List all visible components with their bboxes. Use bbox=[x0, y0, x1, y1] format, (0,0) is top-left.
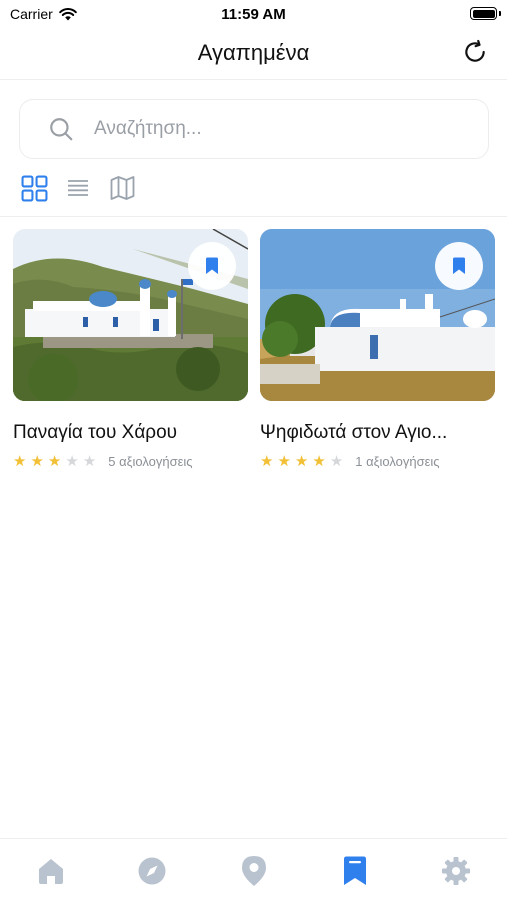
map-icon bbox=[110, 176, 134, 200]
search-box[interactable] bbox=[19, 99, 489, 159]
card-photo bbox=[260, 229, 495, 401]
tab-nearby[interactable] bbox=[203, 839, 304, 900]
review-count: 5 αξιολογήσεις bbox=[108, 454, 193, 469]
star-icon: ★ bbox=[312, 453, 326, 470]
toolbar-divider bbox=[0, 216, 507, 217]
tab-explore[interactable] bbox=[101, 839, 202, 900]
star-icon: ★ bbox=[30, 453, 44, 470]
battery-cap bbox=[499, 11, 501, 16]
home-icon bbox=[38, 858, 63, 884]
view-mode-toggles bbox=[20, 172, 136, 204]
favorite-card[interactable]: Παναγία του Χάρου ★ ★ ★ ★ ★ 5 αξιολογήσε… bbox=[13, 229, 248, 469]
status-time: 11:59 AM bbox=[221, 6, 286, 23]
star-icon: ★ bbox=[82, 453, 97, 470]
star-icon: ★ bbox=[294, 453, 309, 470]
map-view-toggle[interactable] bbox=[108, 174, 136, 202]
search-icon bbox=[50, 118, 73, 141]
page-title: Αγαπημένα bbox=[197, 40, 310, 65]
star-icon: ★ bbox=[329, 453, 344, 470]
bookmark-icon bbox=[343, 856, 366, 885]
refresh-icon bbox=[465, 39, 485, 62]
card-photo bbox=[13, 229, 248, 401]
favorite-card[interactable]: Ψηφιδωτά στον Αγιο... ★ ★ ★ ★ ★ 1 αξιολο… bbox=[260, 229, 495, 469]
star-icon: ★ bbox=[260, 453, 274, 470]
grid-view-toggle[interactable] bbox=[20, 174, 48, 202]
battery-icon bbox=[470, 7, 497, 20]
status-bar: Carrier 11:59 AM bbox=[0, 0, 507, 28]
tab-home[interactable] bbox=[0, 839, 101, 900]
list-icon bbox=[68, 180, 88, 196]
bookmark-button[interactable] bbox=[435, 242, 483, 290]
tab-bar bbox=[0, 838, 507, 900]
gear-icon bbox=[442, 856, 471, 885]
nav-header: Αγαπημένα bbox=[0, 28, 507, 80]
refresh-button[interactable] bbox=[461, 38, 489, 66]
list-view-toggle[interactable] bbox=[64, 174, 92, 202]
tab-settings[interactable] bbox=[406, 839, 507, 900]
grid-icon bbox=[21, 175, 47, 201]
review-count: 1 αξιολογήσεις bbox=[355, 454, 440, 469]
star-icon: ★ bbox=[13, 453, 27, 470]
star-icon: ★ bbox=[277, 453, 291, 470]
tab-favorites[interactable] bbox=[304, 839, 405, 900]
search-input[interactable] bbox=[94, 118, 454, 140]
rating-row: ★ ★ ★ ★ ★ 1 αξιολογήσεις bbox=[260, 454, 495, 469]
compass-icon bbox=[138, 857, 166, 884]
bookmark-icon bbox=[206, 257, 218, 274]
bookmark-button[interactable] bbox=[188, 242, 236, 290]
card-title: Ψηφιδωτά στον Αγιο... bbox=[260, 422, 448, 443]
star-icon: ★ bbox=[65, 453, 79, 470]
card-title: Παναγία του Χάρου bbox=[13, 422, 178, 443]
bookmark-icon bbox=[453, 257, 465, 274]
star-icon: ★ bbox=[47, 453, 62, 470]
location-pin-icon bbox=[241, 855, 266, 886]
rating-row: ★ ★ ★ ★ ★ 5 αξιολογήσεις bbox=[13, 454, 248, 469]
